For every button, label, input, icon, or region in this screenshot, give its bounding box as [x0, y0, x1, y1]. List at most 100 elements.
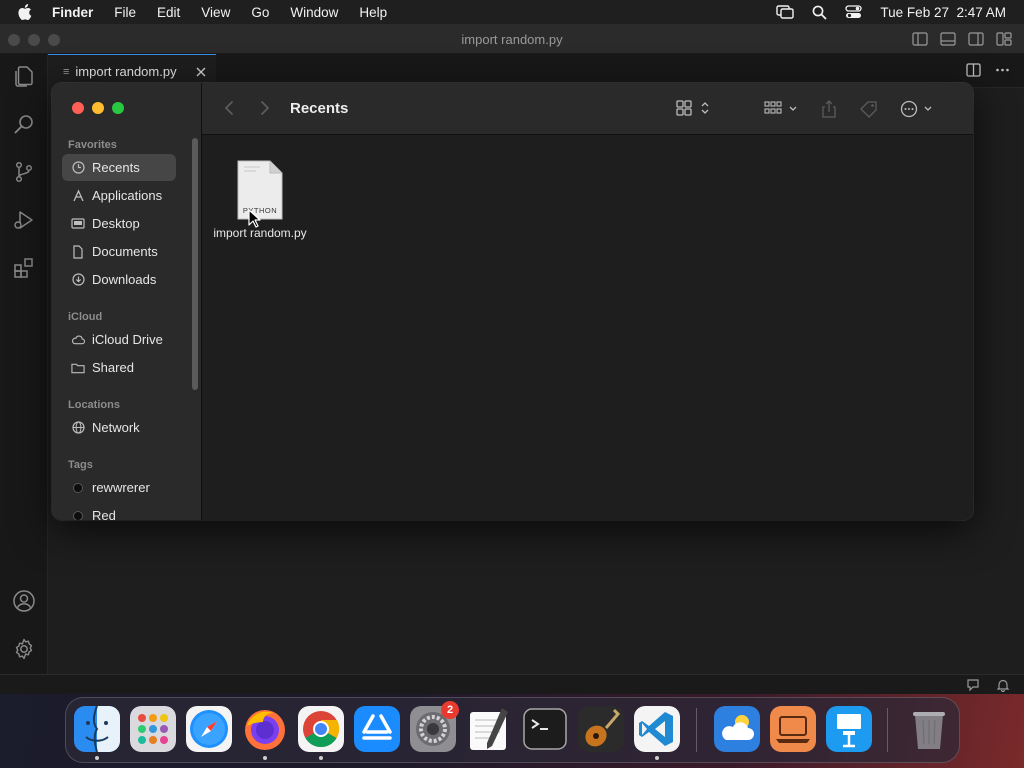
apple-menu-icon[interactable] — [16, 3, 36, 21]
location-title: Recents — [290, 100, 349, 117]
search-icon[interactable] — [11, 111, 37, 137]
feedback-icon[interactable] — [966, 678, 980, 692]
sidebar-header-tags: Tags — [68, 459, 93, 471]
dock-finder[interactable] — [74, 706, 120, 752]
sidebar-tag-rewwrerer[interactable]: rewwrerer — [62, 474, 176, 501]
dock-running-indicator — [95, 756, 99, 760]
vscode-titlebar: import random.py — [0, 24, 1024, 54]
sidebar-item-desktop[interactable]: Desktop — [62, 210, 176, 237]
finder-close-button[interactable] — [72, 102, 84, 114]
more-actions-icon[interactable] — [995, 63, 1010, 77]
menu-window[interactable]: Window — [290, 5, 338, 20]
screen-mirroring-icon[interactable] — [776, 5, 795, 19]
tag-color-dot — [71, 509, 85, 520]
sidebar-tag-red[interactable]: Red — [62, 502, 176, 520]
sidebar-item-label: Downloads — [92, 272, 157, 287]
share-button[interactable] — [821, 100, 837, 118]
dock-separator — [696, 708, 697, 752]
control-center-icon[interactable] — [845, 5, 863, 19]
tab-drag-handle-icon: ≡ — [63, 65, 70, 78]
dock-running-indicator — [319, 756, 323, 760]
sidebar-item-label: Recents — [92, 160, 140, 175]
action-menu-button[interactable] — [900, 100, 936, 118]
dock-keynote[interactable] — [826, 706, 872, 752]
finder-window: Favorites Recents Applications Desktop D… — [52, 83, 973, 520]
layout-controls — [912, 32, 1012, 46]
sidebar-item-downloads[interactable]: Downloads — [62, 266, 176, 293]
finder-minimize-button[interactable] — [92, 102, 104, 114]
sidebar-item-label: Network — [92, 420, 140, 435]
explorer-icon[interactable] — [11, 63, 37, 89]
dock-terminal[interactable] — [522, 706, 568, 752]
toggle-primary-sidebar-icon[interactable] — [912, 32, 928, 46]
dock-textedit[interactable] — [466, 706, 512, 752]
forward-button[interactable] — [260, 100, 270, 116]
vscode-window-title: import random.py — [461, 32, 563, 47]
sidebar-scrollbar[interactable] — [192, 138, 198, 390]
dock-vscode[interactable] — [634, 706, 680, 752]
sidebar-header-icloud: iCloud — [68, 311, 103, 323]
sidebar-item-network[interactable]: Network — [62, 414, 176, 441]
dock-safari[interactable] — [186, 706, 232, 752]
cloud-icon — [71, 333, 85, 347]
sidebar-item-shared[interactable]: Shared — [62, 354, 176, 381]
finder-content-area[interactable]: PYTHON import random.py — [202, 135, 973, 520]
sidebar-header-locations: Locations — [68, 399, 120, 411]
sidebar-item-label: Desktop — [92, 216, 140, 231]
toggle-secondary-sidebar-icon[interactable] — [968, 32, 984, 46]
sidebar-header-favorites: Favorites — [68, 139, 117, 151]
dock-firefox[interactable] — [242, 706, 288, 752]
sidebar-item-applications[interactable]: Applications — [62, 182, 176, 209]
menu-go[interactable]: Go — [251, 5, 269, 20]
sidebar-item-icloud-drive[interactable]: iCloud Drive — [62, 326, 176, 353]
document-icon — [71, 244, 85, 259]
tag-button[interactable] — [859, 100, 879, 118]
source-control-icon[interactable] — [11, 159, 37, 185]
back-button[interactable] — [224, 100, 234, 116]
dock-chrome[interactable] — [298, 706, 344, 752]
split-editor-icon[interactable] — [966, 63, 981, 77]
menu-file[interactable]: File — [114, 5, 136, 20]
dock-running-indicator — [263, 756, 267, 760]
editor-tab-label: import random.py — [75, 64, 177, 79]
dock — [65, 697, 960, 763]
customize-layout-icon[interactable] — [996, 32, 1012, 46]
finder-toolbar: Recents — [202, 83, 973, 135]
finder-zoom-button[interactable] — [112, 102, 124, 114]
activity-bar — [0, 54, 48, 678]
accounts-icon[interactable] — [11, 588, 37, 614]
menu-help[interactable]: Help — [359, 5, 387, 20]
sidebar-item-label: iCloud Drive — [92, 332, 163, 347]
dock-app-store[interactable] — [354, 706, 400, 752]
toggle-panel-icon[interactable] — [940, 32, 956, 46]
group-by-button[interactable] — [764, 100, 800, 116]
sidebar-item-documents[interactable]: Documents — [62, 238, 176, 265]
sidebar-item-label: Documents — [92, 244, 158, 259]
dock-weather[interactable] — [714, 706, 760, 752]
extensions-icon[interactable] — [11, 255, 37, 281]
menu-view[interactable]: View — [201, 5, 230, 20]
mouse-pointer-icon — [248, 209, 261, 228]
sidebar-item-label: Red — [92, 508, 116, 520]
dock-running-indicator — [655, 756, 659, 760]
view-mode-icon-view-button[interactable] — [676, 100, 712, 116]
menubar-clock[interactable]: Tue Feb 27 2:47 AM — [880, 5, 1006, 20]
dock-trash[interactable] — [906, 706, 952, 752]
applications-icon — [71, 189, 85, 203]
menu-bar: Finder File Edit View Go Window Help Tue… — [0, 0, 1024, 24]
dock-garageband[interactable] — [578, 706, 624, 752]
settings-gear-icon[interactable] — [11, 636, 37, 662]
sidebar-item-recents[interactable]: Recents — [62, 154, 176, 181]
dock-separator — [887, 708, 888, 752]
finder-sidebar: Favorites Recents Applications Desktop D… — [52, 83, 202, 520]
notifications-bell-icon[interactable] — [996, 678, 1010, 692]
spotlight-search-icon[interactable] — [812, 5, 827, 20]
run-and-debug-icon[interactable] — [11, 207, 37, 233]
dock-screen-sharing[interactable] — [770, 706, 816, 752]
sidebar-item-label: Shared — [92, 360, 134, 375]
clock-icon — [71, 161, 85, 175]
menu-edit[interactable]: Edit — [157, 5, 180, 20]
dock-launchpad[interactable] — [130, 706, 176, 752]
close-tab-icon[interactable] — [196, 67, 206, 77]
menu-app-finder[interactable]: Finder — [52, 5, 93, 20]
